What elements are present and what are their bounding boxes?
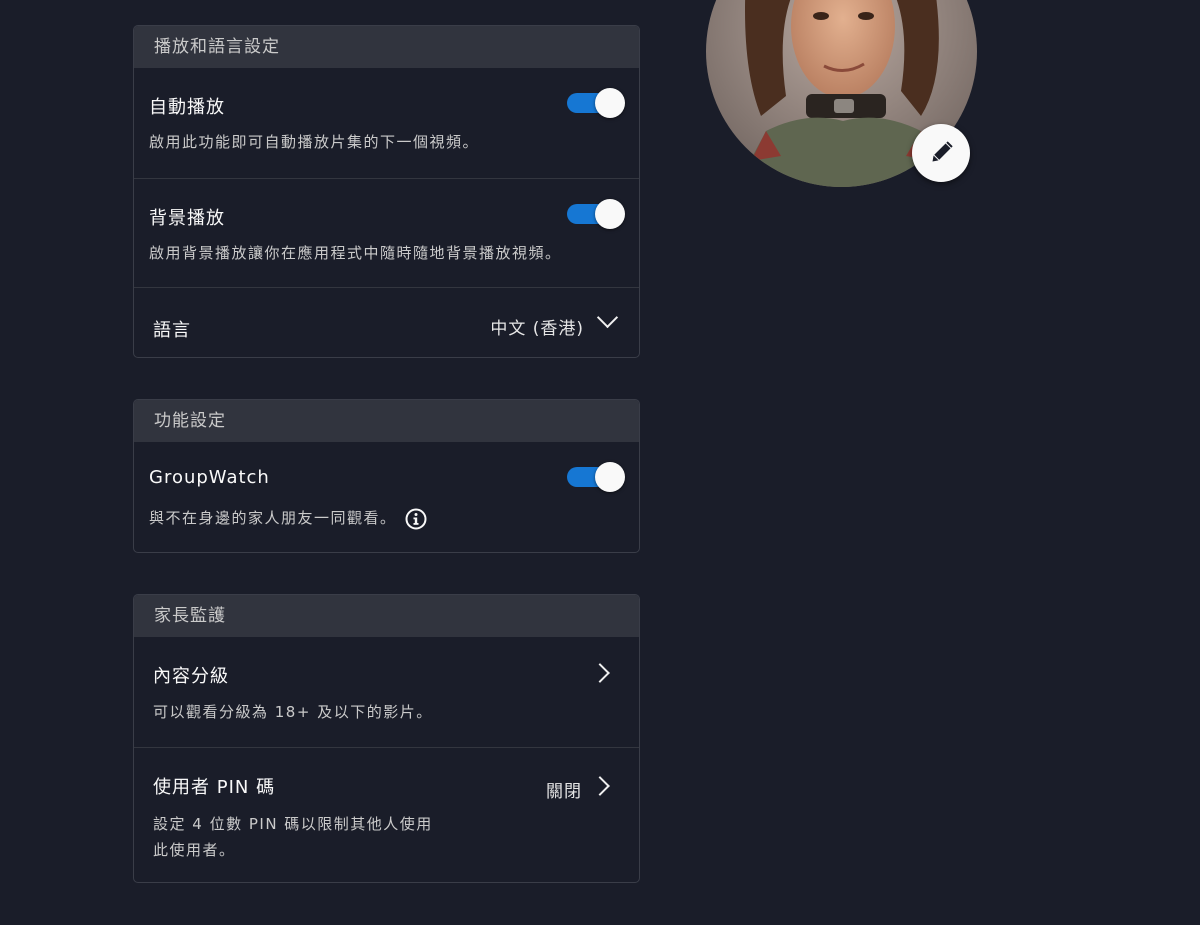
background-play-description: 啟用背景播放讓你在應用程式中隨時隨地背景播放視頻。 [149,244,562,262]
content-rating-description: 可以觀看分級為 18+ 及以下的影片。 [153,703,433,721]
autoplay-toggle-knob [595,88,625,118]
background-play-row: 背景播放 啟用背景播放讓你在應用程式中隨時隨地背景播放視頻。 [134,178,639,287]
profile-pin-description-line1: 設定 4 位數 PIN 碼以限制其他人使用 [153,815,433,833]
chevron-right-icon [590,776,610,796]
edit-avatar-button[interactable] [912,124,970,182]
chevron-down-icon[interactable] [596,306,619,329]
autoplay-toggle[interactable] [567,88,625,118]
language-value: 中文 (香港) [490,319,584,339]
feature-settings-header: 功能設定 [134,400,639,442]
groupwatch-row: GroupWatch 與不在身邊的家人朋友一同觀看。 [134,442,639,552]
parental-controls-section: 家長監護 內容分級 可以觀看分級為 18+ 及以下的影片。 使用者 PIN 碼 … [133,594,640,883]
background-play-toggle[interactable] [567,199,625,229]
language-title: 語言 [153,320,191,341]
groupwatch-description-wrap: 與不在身邊的家人朋友一同觀看。 [149,504,427,532]
chevron-right-icon [590,663,610,683]
feature-settings-section: 功能設定 GroupWatch 與不在身邊的家人朋友一同觀看。 [133,399,640,553]
groupwatch-description: 與不在身邊的家人朋友一同觀看。 [149,509,397,527]
profile-pin-description-line2: 此使用者。 [153,841,236,859]
content-rating-title: 內容分級 [153,666,229,687]
playback-language-section: 播放和語言設定 自動播放 啟用此功能即可自動播放片集的下一個視頻。 背景播放 啟… [133,25,640,358]
profile-pin-value: 關閉 [546,782,582,802]
background-play-title: 背景播放 [149,208,225,229]
profile-pin-row[interactable]: 使用者 PIN 碼 關閉 設定 4 位數 PIN 碼以限制其他人使用 此使用者。 [134,747,639,882]
groupwatch-title: GroupWatch [149,467,270,488]
language-row[interactable]: 語言 中文 (香港) [134,287,639,357]
playback-language-header: 播放和語言設定 [134,26,639,68]
autoplay-description: 啟用此功能即可自動播放片集的下一個視頻。 [149,133,480,151]
autoplay-title: 自動播放 [149,97,225,118]
pencil-icon [932,141,953,162]
info-icon[interactable] [405,508,427,530]
background-play-toggle-knob [595,199,625,229]
profile-pin-title: 使用者 PIN 碼 [153,777,276,798]
settings-page: 播放和語言設定 自動播放 啟用此功能即可自動播放片集的下一個視頻。 背景播放 啟… [0,0,1200,925]
groupwatch-toggle[interactable] [567,462,625,492]
content-rating-row[interactable]: 內容分級 可以觀看分級為 18+ 及以下的影片。 [134,637,639,747]
parental-controls-header: 家長監護 [134,595,639,637]
autoplay-row: 自動播放 啟用此功能即可自動播放片集的下一個視頻。 [134,68,639,178]
groupwatch-toggle-knob [595,462,625,492]
